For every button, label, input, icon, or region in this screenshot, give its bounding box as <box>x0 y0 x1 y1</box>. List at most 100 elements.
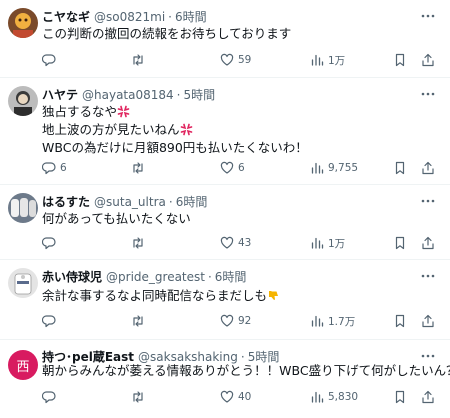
avatar[interactable] <box>8 8 38 38</box>
like-icon <box>220 161 234 174</box>
retweet-button[interactable] <box>131 50 145 70</box>
views-button[interactable]: 1万 <box>310 233 345 253</box>
share-button[interactable] <box>421 311 435 331</box>
like-icon <box>220 390 234 403</box>
views-button[interactable]: 1.7万 <box>310 311 355 331</box>
reply-count: 6 <box>60 162 67 174</box>
tweet[interactable]: はるすた @suta_ultra · 6時間 何があっても払いたくない 43 1… <box>0 185 450 260</box>
bookmark-button[interactable] <box>393 387 407 407</box>
tweet-text-line: 何があっても払いたくない <box>42 211 191 226</box>
tweet-text: 独占するなや 地上波の方が見たいねん WBCの為だけに月額890円も払いたくない… <box>42 103 308 157</box>
share-icon <box>422 236 434 250</box>
view-count: 1万 <box>328 237 346 250</box>
like-button[interactable]: 59 <box>220 50 251 70</box>
display-name[interactable]: はるすた <box>42 194 90 210</box>
share-button[interactable] <box>421 387 435 407</box>
views-button[interactable]: 9,755 <box>310 158 358 178</box>
like-icon <box>220 236 234 249</box>
user-handle[interactable]: @pride_greatest <box>106 269 205 285</box>
display-name[interactable]: ハヤテ <box>42 87 78 103</box>
more-icon[interactable] <box>420 195 436 207</box>
tweet-header: ハヤテ @hayata08184 · 5時間 <box>42 87 215 103</box>
share-icon <box>422 390 434 404</box>
bookmark-button[interactable] <box>393 311 407 331</box>
tweet-text-line: WBCの為だけに月額890円も払いたくないわ！ <box>42 140 308 155</box>
view-count: 5,830 <box>328 391 359 403</box>
tweet-text-line: この判断の撤回の続報をお待ちしております <box>42 26 292 41</box>
tweet-text-line: 余計な事するなよ同時配信ならまだしも <box>42 288 268 303</box>
user-handle[interactable]: @hayata08184 <box>82 87 174 103</box>
retweet-icon <box>133 391 143 403</box>
reply-button[interactable] <box>42 50 60 70</box>
reply-icon <box>42 391 56 404</box>
thumbs-down-icon <box>269 291 279 300</box>
display-name[interactable]: 赤い侍球児 <box>42 269 102 285</box>
share-icon <box>422 53 434 67</box>
retweet-icon <box>133 237 143 249</box>
retweet-icon <box>133 54 143 66</box>
reply-button[interactable] <box>42 233 60 253</box>
tweet-text: 余計な事するなよ同時配信ならまだしも <box>42 287 280 305</box>
tweet[interactable]: 赤い侍球児 @pride_greatest · 6時間 余計な事するなよ同時配信… <box>0 260 450 340</box>
separator-dot: · <box>168 195 173 209</box>
avatar[interactable] <box>8 86 38 116</box>
display-name[interactable]: こヤなギ <box>42 9 90 25</box>
reply-button[interactable] <box>42 387 60 407</box>
views-button[interactable]: 5,830 <box>310 387 358 407</box>
timestamp[interactable]: 5時間 <box>184 87 216 103</box>
timestamp[interactable]: 6時間 <box>176 194 208 210</box>
user-handle[interactable]: @suta_ultra <box>94 194 166 210</box>
like-button[interactable]: 43 <box>220 233 251 253</box>
tweet[interactable]: こヤなギ @so0821mi · 6時間 この判断の撤回の続報をお待ちしておりま… <box>0 0 450 78</box>
views-button[interactable]: 1万 <box>310 50 345 70</box>
more-icon[interactable] <box>420 10 436 22</box>
retweet-button[interactable] <box>131 158 145 178</box>
like-count: 40 <box>238 391 252 403</box>
bookmark-button[interactable] <box>393 158 407 178</box>
retweet-button[interactable] <box>131 233 145 253</box>
timestamp[interactable]: 6時間 <box>215 269 247 285</box>
action-bar: 59 1万 <box>40 50 440 70</box>
views-icon <box>311 162 324 174</box>
tweet-text-line: 地上波の方が見たいねん <box>42 122 180 137</box>
reply-button[interactable]: 6 <box>42 158 67 178</box>
share-button[interactable] <box>421 158 435 178</box>
avatar[interactable] <box>8 193 38 223</box>
user-handle[interactable]: @so0821mi <box>94 9 165 25</box>
share-button[interactable] <box>421 233 435 253</box>
retweet-icon <box>133 315 143 327</box>
like-button[interactable]: 92 <box>220 311 251 331</box>
timestamp[interactable]: 6時間 <box>175 9 207 25</box>
share-button[interactable] <box>421 50 435 70</box>
separator-dot: · <box>168 10 172 24</box>
action-bar: 92 1.7万 <box>40 311 440 331</box>
bookmark-icon <box>395 161 405 175</box>
more-icon[interactable] <box>420 88 436 100</box>
tweet-text-line: 独占するなや <box>42 104 118 119</box>
avatar[interactable] <box>8 268 38 298</box>
tweet-text: 何があっても払いたくない <box>42 210 191 228</box>
more-icon[interactable] <box>420 270 436 282</box>
share-icon <box>422 314 434 328</box>
action-bar: 40 5,830 <box>40 387 440 407</box>
tweet-header: はるすた @suta_ultra · 6時間 <box>42 194 207 210</box>
avatar[interactable]: 西 <box>8 350 38 380</box>
like-button[interactable]: 6 <box>220 158 245 178</box>
tweet[interactable]: ハヤテ @hayata08184 · 5時間 独占するなや 地上波の方が見たいね… <box>0 78 450 185</box>
bookmark-icon <box>395 236 405 250</box>
view-count: 1.7万 <box>328 315 356 328</box>
retweet-button[interactable] <box>131 311 145 331</box>
like-count: 43 <box>238 237 252 249</box>
tweet[interactable]: 西 持つ･pel蔵East @saksakshaking · 5時間 朝からみん… <box>0 340 450 418</box>
bookmark-button[interactable] <box>393 233 407 253</box>
more-icon[interactable] <box>420 350 436 362</box>
retweet-button[interactable] <box>131 387 145 407</box>
bookmark-icon <box>395 314 405 328</box>
reply-button[interactable] <box>42 311 60 331</box>
views-icon <box>311 237 324 249</box>
like-button[interactable]: 40 <box>220 387 251 407</box>
bookmark-button[interactable] <box>393 50 407 70</box>
view-count: 9,755 <box>328 162 359 174</box>
share-icon <box>422 161 434 175</box>
like-icon <box>220 314 234 327</box>
